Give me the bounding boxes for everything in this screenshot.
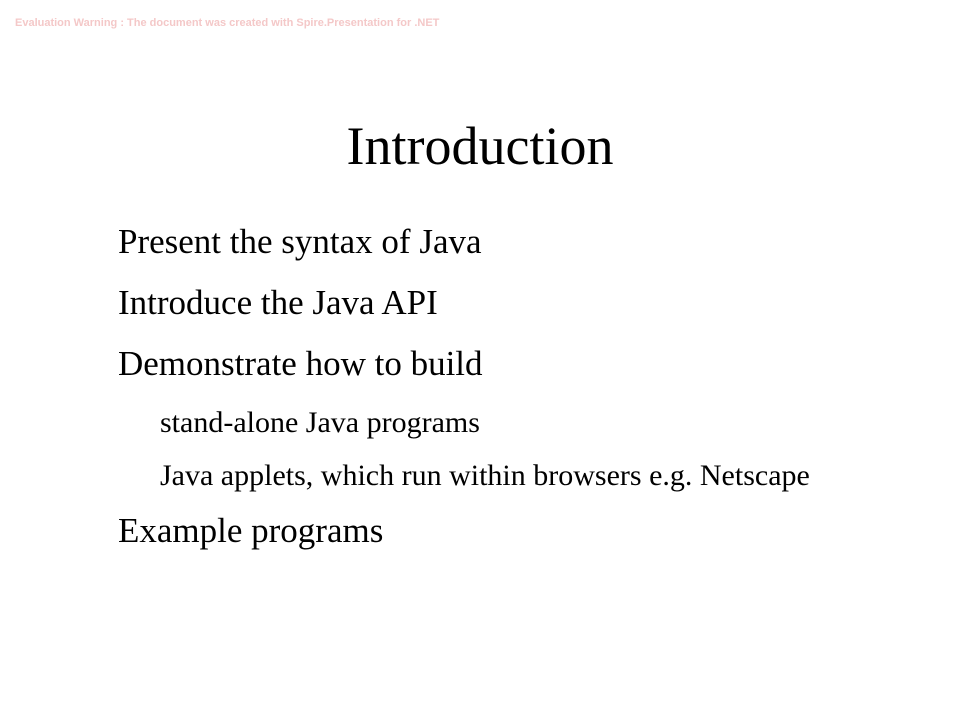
- bullet-item: Demonstrate how to build: [118, 344, 483, 383]
- bullet-item: Present the syntax of Java: [118, 222, 482, 261]
- sub-bullet-item: stand-alone Java programs: [160, 406, 480, 439]
- sub-bullet-item: Java applets, which run within browsers …: [160, 459, 810, 492]
- evaluation-watermark: Evaluation Warning : The document was cr…: [15, 17, 440, 29]
- bullet-item: Introduce the Java API: [118, 283, 438, 322]
- slide-title: Introduction: [346, 116, 614, 176]
- bullet-item: Example programs: [118, 511, 384, 550]
- slide: Evaluation Warning : The document was cr…: [0, 0, 960, 720]
- bullet-list: Present the syntax of Java Introduce the…: [118, 218, 858, 568]
